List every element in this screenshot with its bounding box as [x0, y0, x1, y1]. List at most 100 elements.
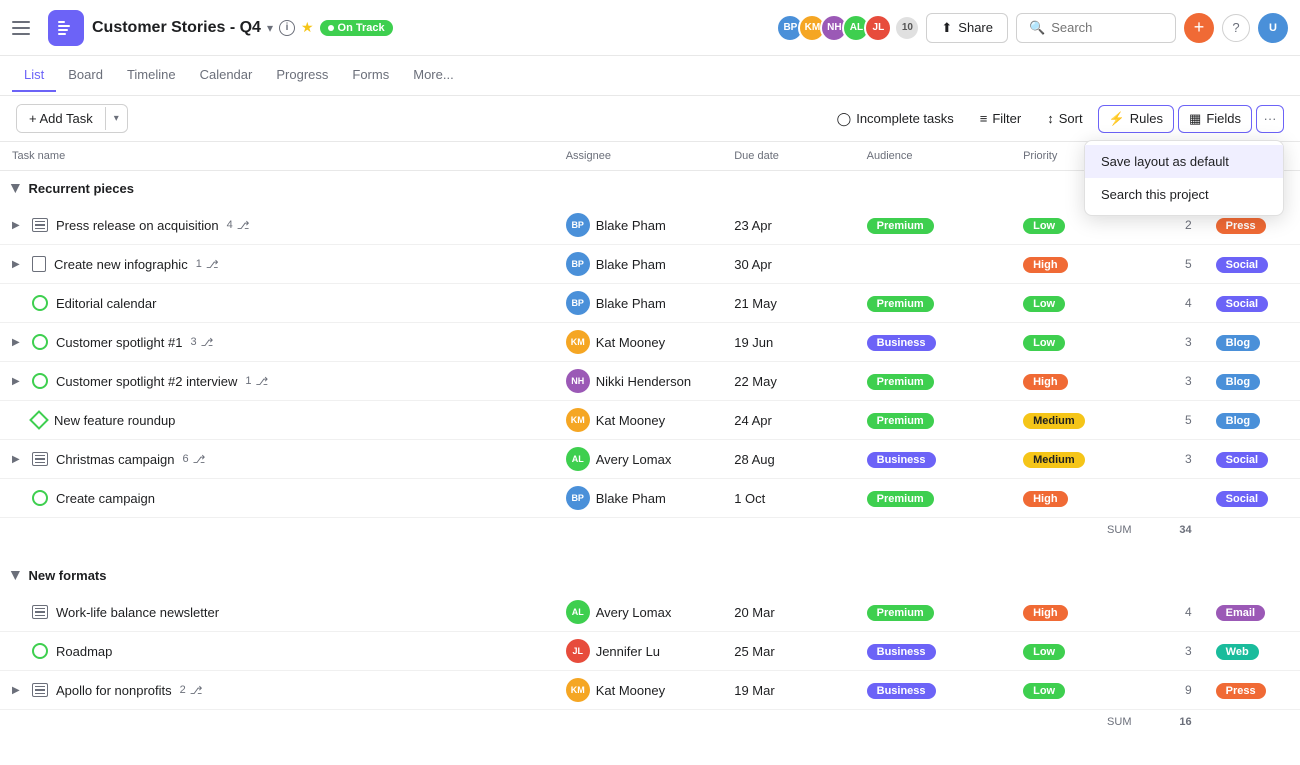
- task-priority-cell: Low: [1011, 671, 1143, 710]
- task-audience-cell: Business: [855, 323, 1011, 362]
- tab-more[interactable]: More...: [401, 59, 465, 92]
- title-chevron-icon[interactable]: ▾: [267, 21, 273, 35]
- sort-button[interactable]: ↕ Sort: [1036, 105, 1093, 132]
- task-name-cell: ▶ Christmas campaign 6 ⎇: [0, 440, 554, 479]
- avatar: JL: [864, 14, 892, 42]
- section-chevron-icon[interactable]: ▶: [10, 184, 23, 192]
- task-num-cell: [1144, 479, 1204, 518]
- filter-button[interactable]: ≡ Filter: [969, 105, 1032, 132]
- subtask-meta: 1 ⎇: [245, 375, 268, 388]
- task-assignee-cell: NH Nikki Henderson: [554, 362, 723, 401]
- tag-badge: Social: [1216, 491, 1268, 507]
- tab-calendar[interactable]: Calendar: [188, 59, 265, 92]
- incomplete-tasks-button[interactable]: ◯ Incomplete tasks: [826, 105, 965, 133]
- task-due-date-cell: 20 Mar: [722, 593, 854, 632]
- rules-button[interactable]: ⚡ Rules: [1098, 105, 1174, 133]
- dropdown-item-save-layout[interactable]: Save layout as default: [1085, 145, 1283, 178]
- task-name[interactable]: Customer spotlight #2 interview: [56, 374, 237, 389]
- tab-board[interactable]: Board: [56, 59, 115, 92]
- section-chevron-icon[interactable]: ▶: [10, 571, 23, 579]
- task-audience-cell: Premium: [855, 593, 1011, 632]
- task-status-icon[interactable]: [32, 295, 48, 311]
- task-name[interactable]: New feature roundup: [54, 413, 175, 428]
- task-name-cell: Create campaign: [0, 479, 554, 518]
- filter-label: Filter: [992, 111, 1021, 126]
- subtask-meta: 4 ⎇: [227, 219, 250, 232]
- task-assignee-cell: BP Blake Pham: [554, 479, 723, 518]
- add-task-chevron-icon[interactable]: ▾: [105, 107, 127, 130]
- due-date: 21 May: [734, 296, 777, 311]
- dropdown-item-search-project[interactable]: Search this project: [1085, 178, 1283, 211]
- section-title: New formats: [28, 568, 106, 583]
- task-status-icon: [32, 605, 48, 619]
- star-icon[interactable]: ★: [301, 19, 314, 36]
- table-row: ▶ Customer spotlight #2 interview 1 ⎇ NH…: [0, 362, 1300, 401]
- search-box[interactable]: 🔍: [1016, 13, 1176, 43]
- expand-icon[interactable]: ▶: [12, 685, 24, 696]
- task-tag-cell: Social: [1204, 440, 1300, 479]
- task-priority-cell: Low: [1011, 323, 1143, 362]
- add-task-button[interactable]: + Add Task: [17, 105, 105, 132]
- task-status-icon[interactable]: [32, 373, 48, 389]
- search-input[interactable]: [1051, 20, 1163, 35]
- tab-progress[interactable]: Progress: [264, 59, 340, 92]
- add-button[interactable]: +: [1184, 13, 1214, 43]
- assignee-name: Jennifer Lu: [596, 644, 660, 659]
- task-status-icon: [32, 452, 48, 466]
- task-name[interactable]: Create campaign: [56, 491, 155, 506]
- task-name[interactable]: Roadmap: [56, 644, 112, 659]
- tab-timeline[interactable]: Timeline: [115, 59, 188, 92]
- task-name[interactable]: Editorial calendar: [56, 296, 156, 311]
- task-name[interactable]: Press release on acquisition: [56, 218, 219, 233]
- expand-icon[interactable]: ▶: [12, 337, 24, 348]
- task-status-icon[interactable]: [32, 490, 48, 506]
- tab-forms[interactable]: Forms: [340, 59, 401, 92]
- expand-icon[interactable]: ▶: [12, 454, 24, 465]
- info-icon[interactable]: i: [279, 20, 295, 36]
- status-badge: On Track: [320, 20, 393, 36]
- task-status-icon[interactable]: [32, 643, 48, 659]
- share-button[interactable]: ⬆ Share: [926, 13, 1008, 43]
- tag-badge: Blog: [1216, 374, 1260, 390]
- task-audience-cell: Premium: [855, 284, 1011, 323]
- priority-badge: Medium: [1023, 452, 1085, 468]
- task-due-date-cell: 25 Mar: [722, 632, 854, 671]
- task-name[interactable]: Create new infographic: [54, 257, 188, 272]
- task-assignee-cell: KM Kat Mooney: [554, 323, 723, 362]
- task-assignee-cell: BP Blake Pham: [554, 245, 723, 284]
- audience-badge: Business: [867, 335, 936, 351]
- task-name[interactable]: Work-life balance newsletter: [56, 605, 219, 620]
- subtask-meta: 3 ⎇: [190, 336, 213, 349]
- user-avatar[interactable]: U: [1258, 13, 1288, 43]
- task-status-icon[interactable]: [32, 334, 48, 350]
- task-priority-cell: Low: [1011, 284, 1143, 323]
- expand-icon[interactable]: ▶: [12, 259, 24, 270]
- fields-button[interactable]: ▦ Fields: [1178, 105, 1252, 133]
- task-name[interactable]: Apollo for nonprofits: [56, 683, 172, 698]
- sum-value: 34: [1144, 518, 1204, 543]
- assignee-avatar: KM: [566, 330, 590, 354]
- add-task-button-group: + Add Task ▾: [16, 104, 128, 133]
- task-due-date-cell: 19 Mar: [722, 671, 854, 710]
- task-name[interactable]: Customer spotlight #1: [56, 335, 182, 350]
- col-header-due-date: Due date: [722, 142, 854, 171]
- dropdown-menu: Save layout as default Search this proje…: [1084, 140, 1284, 216]
- fields-icon: ▦: [1189, 111, 1201, 127]
- assignee-avatar: BP: [566, 252, 590, 276]
- tag-badge: Blog: [1216, 413, 1260, 429]
- hamburger-menu[interactable]: [12, 14, 40, 42]
- expand-icon[interactable]: ▶: [12, 220, 24, 231]
- avatar-count: 10: [896, 17, 918, 39]
- add-task-label: + Add Task: [29, 111, 93, 126]
- more-options-button[interactable]: ···: [1256, 105, 1284, 133]
- task-name[interactable]: Christmas campaign: [56, 452, 175, 467]
- assignee-avatar: BP: [566, 291, 590, 315]
- tab-list[interactable]: List: [12, 59, 56, 92]
- toolbar-right: ◯ Incomplete tasks ≡ Filter ↕ Sort ⚡ Rul…: [826, 105, 1284, 133]
- due-date: 23 Apr: [734, 218, 772, 233]
- help-button[interactable]: ?: [1222, 14, 1250, 42]
- audience-badge: Business: [867, 452, 936, 468]
- task-assignee-cell: KM Kat Mooney: [554, 671, 723, 710]
- expand-icon[interactable]: ▶: [12, 376, 24, 387]
- subtask-meta: 2 ⎇: [180, 684, 203, 697]
